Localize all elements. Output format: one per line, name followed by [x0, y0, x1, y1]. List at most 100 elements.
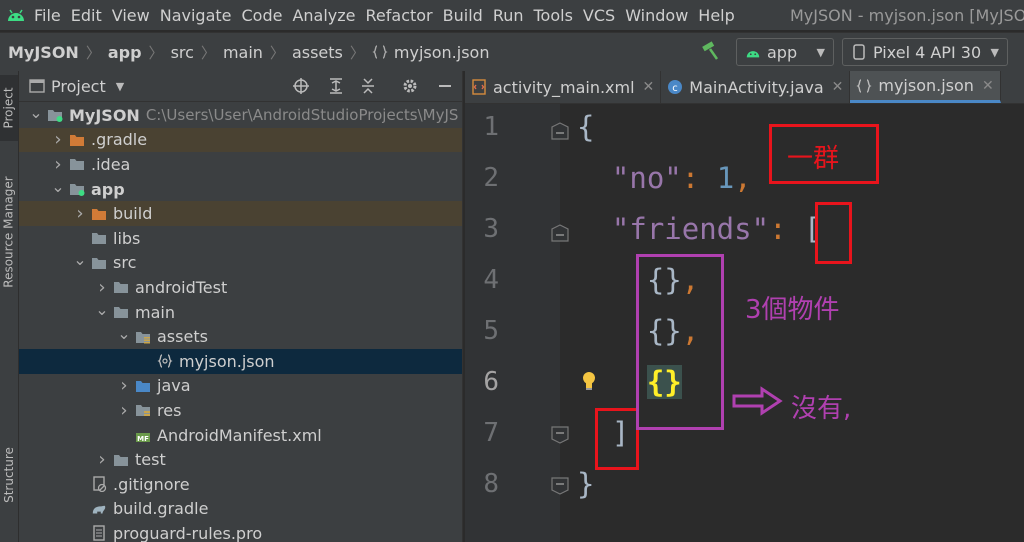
tree-item-app[interactable]: ⌄ app: [19, 177, 462, 202]
chevron-right-icon[interactable]: ›: [117, 400, 131, 421]
code-editor[interactable]: 1 2 3 4 5 6 7 8 { "no": 1, "friends": [ …: [465, 104, 1024, 542]
menu-navigate[interactable]: Navigate: [160, 6, 240, 25]
expand-all-icon[interactable]: [327, 77, 345, 99]
fold-marker-icon[interactable]: [551, 426, 569, 444]
gear-icon[interactable]: [401, 77, 419, 99]
line-number: 4: [483, 265, 499, 295]
tool-tab-project[interactable]: Project: [0, 75, 18, 141]
tree-item-gitignore[interactable]: .gitignore: [19, 472, 462, 497]
chevron-down-icon[interactable]: ⌄: [51, 177, 65, 196]
code-line-8: }: [577, 467, 594, 501]
tree-item-test[interactable]: › test: [19, 447, 462, 472]
code-line-2: "no": 1,: [577, 161, 752, 195]
menu-vcs[interactable]: VCS: [583, 6, 623, 25]
menu-view[interactable]: View: [112, 6, 158, 25]
tree-item-libs[interactable]: libs: [19, 226, 462, 251]
breadcrumb-assets[interactable]: assets: [292, 43, 343, 62]
chevron-right-icon: 〉: [85, 43, 101, 62]
chevron-down-icon[interactable]: ⌄: [117, 324, 131, 343]
dropdown-arrow-icon: ▼: [816, 45, 825, 59]
tree-item-myjson-json[interactable]: myjson.json: [19, 349, 462, 374]
annotation-objects-label: 3個物件: [745, 295, 840, 325]
menu-edit[interactable]: Edit: [71, 6, 110, 25]
menu-code[interactable]: Code: [242, 6, 291, 25]
tool-tab-structure[interactable]: Structure: [0, 435, 18, 515]
tab-myjson-json[interactable]: myjson.json ✕: [850, 71, 1001, 103]
fold-marker-icon[interactable]: [551, 224, 569, 242]
minimize-icon[interactable]: [437, 77, 453, 99]
chevron-right-icon[interactable]: ›: [95, 449, 109, 470]
line-number: 7: [483, 418, 499, 448]
tree-item-androidtest[interactable]: › androidTest: [19, 275, 462, 300]
breadcrumb-src[interactable]: src: [171, 43, 194, 62]
tree-item-myjson[interactable]: ⌄ MyJSON C:\Users\User\AndroidStudioProjec…: [19, 103, 462, 128]
tree-item-build-gradle[interactable]: build.gradle: [19, 497, 462, 522]
chevron-right-icon: 〉: [269, 43, 285, 62]
module-folder-icon: [69, 181, 85, 197]
close-icon[interactable]: ✕: [643, 79, 655, 95]
tree-item-proguard-rules-pro[interactable]: proguard-rules.pro: [19, 521, 462, 542]
project-panel-header: Project ▼: [19, 71, 462, 102]
editor-tab-bar: activity_main.xml ✕ c MainActivity.java …: [465, 71, 1024, 104]
close-icon[interactable]: ✕: [832, 79, 844, 95]
menu-tools[interactable]: Tools: [534, 6, 581, 25]
window-title: MyJSON - myjson.json [MyJSON: [790, 6, 1024, 25]
chevron-down-icon[interactable]: ⌄: [95, 300, 109, 319]
tree-item-main[interactable]: ⌄ main: [19, 300, 462, 325]
folder-orange-icon: [91, 206, 107, 222]
menu-file[interactable]: File: [34, 6, 69, 25]
gitignore-file-icon: [91, 476, 107, 493]
module-folder-icon: [47, 107, 63, 123]
tree-item-res[interactable]: › res: [19, 398, 462, 423]
tree-item-idea[interactable]: › .idea: [19, 152, 462, 177]
breadcrumb-project[interactable]: MyJSON: [8, 43, 79, 62]
tree-item-gradle[interactable]: › .gradle: [19, 127, 462, 153]
breadcrumb-main[interactable]: main: [223, 43, 263, 62]
tree-item-label: src: [113, 253, 137, 273]
chevron-right-icon[interactable]: ›: [117, 375, 131, 396]
chevron-right-icon[interactable]: ›: [51, 129, 65, 150]
tab-activity-main-xml[interactable]: activity_main.xml ✕: [465, 71, 662, 103]
chevron-right-icon[interactable]: ›: [51, 154, 65, 175]
menu-run[interactable]: Run: [493, 6, 532, 25]
menu-analyze[interactable]: Analyze: [292, 6, 363, 25]
collapse-all-icon[interactable]: [359, 77, 377, 99]
project-view-label[interactable]: Project: [51, 77, 106, 96]
chevron-right-icon: 〉: [200, 43, 216, 62]
dropdown-arrow-icon[interactable]: ▼: [116, 80, 124, 93]
breadcrumb-file[interactable]: myjson.json: [394, 43, 490, 62]
hammer-build-icon[interactable]: [700, 41, 722, 65]
comma: ,: [734, 161, 752, 195]
menu-build[interactable]: Build: [443, 6, 491, 25]
gradle-file-icon: [91, 501, 107, 517]
menu-help[interactable]: Help: [698, 6, 742, 25]
chevron-right-icon: 〉: [148, 43, 164, 62]
chevron-down-icon[interactable]: ⌄: [73, 250, 87, 269]
chevron-right-icon: 〉: [349, 43, 365, 62]
tree-item-label: res: [157, 400, 182, 420]
locate-icon[interactable]: [292, 77, 310, 99]
tab-main-activity-java[interactable]: c MainActivity.java ✕: [661, 71, 851, 103]
chevron-right-icon[interactable]: ›: [95, 277, 109, 298]
fold-marker-icon[interactable]: [551, 477, 569, 495]
tool-tab-resource-manager[interactable]: Resource Manager: [0, 167, 18, 297]
run-config-select[interactable]: app ▼: [736, 38, 834, 66]
device-select[interactable]: Pixel 4 API 30 ▼: [842, 38, 1008, 66]
tree-item-src[interactable]: ⌄ src: [19, 250, 462, 276]
breadcrumb-app[interactable]: app: [108, 43, 142, 62]
fold-marker-icon[interactable]: [551, 122, 569, 140]
chevron-down-icon[interactable]: ⌄: [29, 103, 43, 122]
chevron-right-icon[interactable]: ›: [73, 203, 87, 224]
breadcrumb: MyJSON 〉 app 〉 src 〉 main 〉 assets 〉 myj…: [8, 42, 489, 63]
tree-item-androidmanifest-xml[interactable]: MF AndroidManifest.xml: [19, 423, 462, 448]
tree-item-label: MyJSON: [69, 105, 140, 125]
menu-window[interactable]: Window: [625, 6, 696, 25]
tree-item-label: test: [135, 450, 166, 470]
tool-tab-structure-label: Structure: [2, 447, 17, 503]
menu-refactor[interactable]: Refactor: [366, 6, 441, 25]
tree-item-java[interactable]: › java: [19, 374, 462, 399]
close-icon[interactable]: ✕: [982, 78, 994, 94]
tree-item-assets[interactable]: ⌄ assets: [19, 324, 462, 349]
android-studio-logo-icon: [0, 0, 32, 30]
tree-item-build[interactable]: › build: [19, 201, 462, 226]
